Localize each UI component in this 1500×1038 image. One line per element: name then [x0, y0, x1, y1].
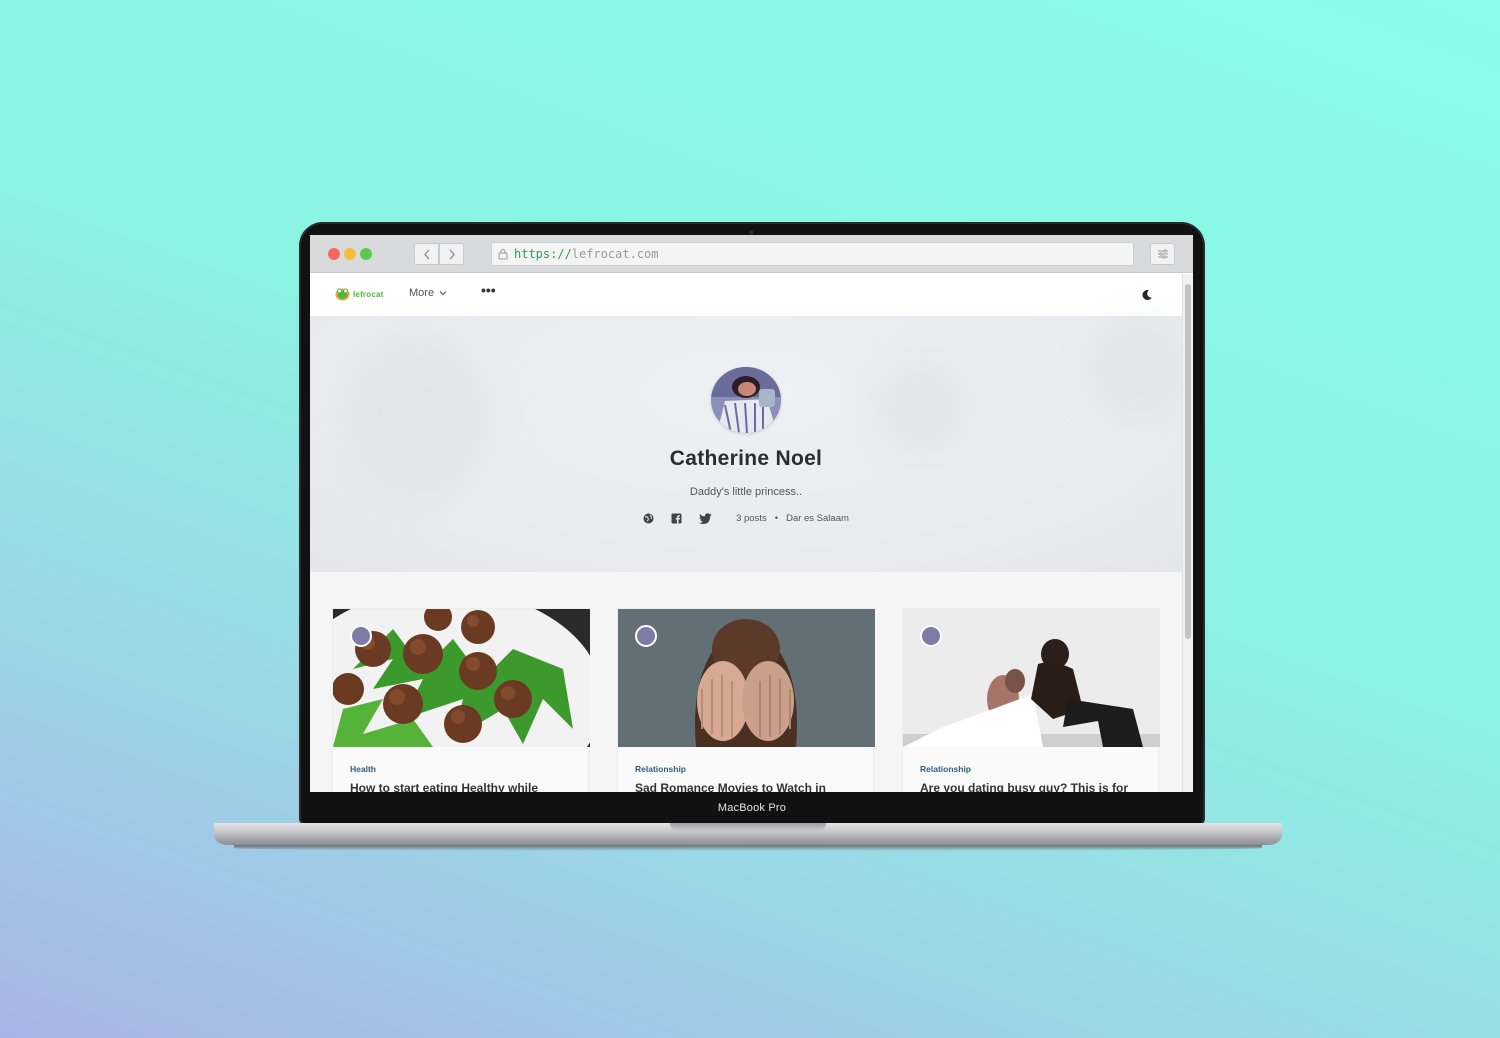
laptop-lid: https://lefrocat.com lefrocat More ••• C… [299, 222, 1205, 826]
logo-text: lefrocat [353, 289, 384, 299]
author-avatar[interactable] [350, 625, 372, 647]
post-image[interactable] [903, 609, 1160, 747]
more-options-icon[interactable]: ••• [481, 282, 496, 298]
device-label: MacBook Pro [717, 802, 787, 814]
globe-icon[interactable] [643, 513, 654, 524]
twitter-icon[interactable] [699, 513, 712, 524]
post-title[interactable]: Sad Romance Movies to Watch in [635, 781, 826, 792]
browser-toolbar: https://lefrocat.com [310, 235, 1193, 273]
post-category[interactable]: Relationship [635, 764, 686, 774]
site-header: lefrocat More ••• [310, 274, 1182, 316]
url-scheme: https:// [514, 247, 572, 261]
profile-name: Catherine Noel [669, 447, 823, 470]
forward-button[interactable] [439, 243, 464, 265]
screen: https://lefrocat.com lefrocat More ••• C… [310, 235, 1193, 792]
post-card[interactable]: Health How to start eating Healthy while [332, 608, 590, 792]
post-card[interactable]: Relationship Are you dating busy guy? Th… [902, 608, 1160, 792]
scrollbar[interactable] [1182, 274, 1193, 792]
profile-bio: Daddy's little princess.. [689, 486, 803, 498]
post-category[interactable]: Relationship [920, 764, 971, 774]
post-category[interactable]: Health [350, 764, 376, 774]
profile-meta: 3 posts • Dar es Salaam [310, 513, 1182, 524]
profile-location: Dar es Salaam [786, 513, 849, 524]
maximize-window-button[interactable] [360, 248, 372, 260]
lock-icon [498, 249, 508, 260]
frog-logo-icon [335, 288, 350, 301]
url-host: lefrocat.com [571, 247, 659, 261]
dark-mode-toggle[interactable] [1138, 286, 1156, 304]
author-avatar[interactable] [635, 625, 657, 647]
meta-separator: • [774, 513, 779, 524]
scrollbar-thumb[interactable] [1185, 284, 1191, 639]
minimize-window-button[interactable] [344, 248, 356, 260]
post-title[interactable]: How to start eating Healthy while [350, 781, 538, 792]
social-links [643, 513, 712, 524]
hero-background-blur [350, 336, 490, 496]
hero-background-blur [1090, 326, 1180, 416]
site-logo[interactable]: lefrocat [335, 287, 384, 301]
avatar-photo [711, 367, 781, 433]
chevron-right-icon [449, 249, 455, 259]
chevron-left-icon [423, 249, 429, 259]
back-button[interactable] [414, 243, 439, 265]
chevron-down-icon [439, 291, 447, 296]
hero-background-blur [870, 356, 970, 456]
browser-menu-button[interactable] [1150, 243, 1175, 265]
author-avatar[interactable] [920, 625, 942, 647]
facebook-icon[interactable] [671, 513, 682, 524]
address-bar[interactable]: https://lefrocat.com [491, 242, 1134, 266]
profile-hero: Catherine Noel Daddy's little princess.. [310, 316, 1182, 572]
more-menu-label: More [409, 287, 435, 299]
laptop-base [214, 823, 1282, 851]
sliders-icon [1157, 249, 1168, 259]
laptop-opening-notch [670, 823, 826, 831]
more-menu[interactable]: More [409, 287, 447, 299]
close-window-button[interactable] [328, 248, 340, 260]
profile-avatar[interactable] [711, 367, 781, 433]
post-title[interactable]: Are you dating busy guy? This is for [920, 781, 1128, 792]
posts-grid: Health How to start eating Healthy while [310, 572, 1182, 792]
posts-count: 3 posts [736, 513, 767, 524]
post-card[interactable]: Relationship Sad Romance Movies to Watch… [617, 608, 875, 792]
post-image[interactable] [333, 609, 590, 747]
moon-icon [1142, 289, 1152, 300]
post-image[interactable] [618, 609, 875, 747]
